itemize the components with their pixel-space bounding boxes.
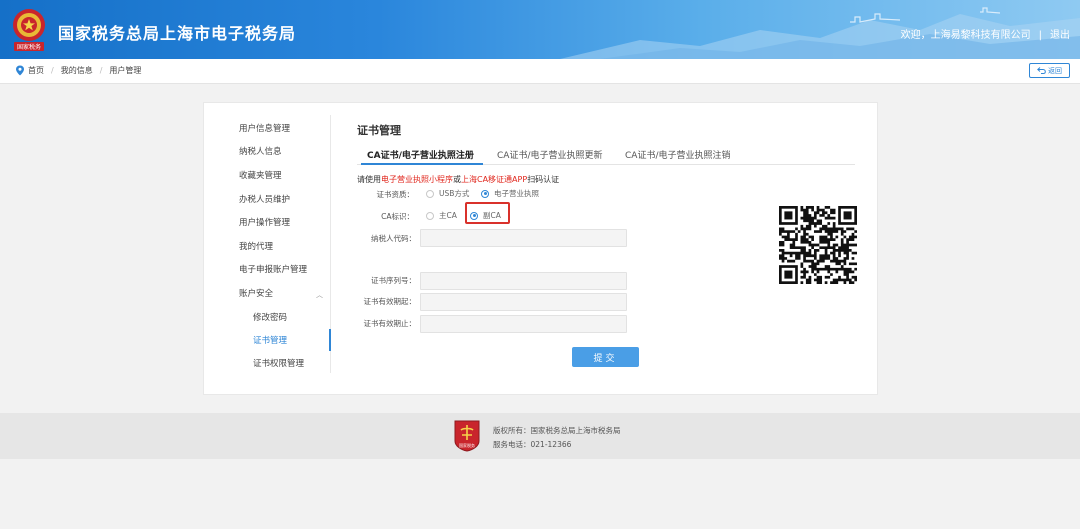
sidebar-menu: 用户信息管理 纳税人信息 收藏夹管理 办税人员维护 用户操作管理 我的代理 电子… xyxy=(204,103,332,396)
sidebar-item-e-declaration-account[interactable]: 电子申报账户管理 xyxy=(239,263,307,275)
tax-emblem-icon: 国家税务 xyxy=(13,9,45,51)
qr-code-image xyxy=(779,206,857,284)
scan-notice: 请使用电子营业执照小程序或上海CA移证通APP扫码认证 xyxy=(357,174,559,185)
content-card: 用户信息管理 纳税人信息 收藏夹管理 办税人员维护 用户操作管理 我的代理 电子… xyxy=(203,102,878,395)
tax-bureau-logo-icon: 国家税务 xyxy=(454,420,480,452)
taxpayer-code-input[interactable] xyxy=(420,229,627,247)
sidebar-item-favorites[interactable]: 收藏夹管理 xyxy=(239,169,282,181)
cert-source-label: 证书资质： xyxy=(376,190,415,199)
footer-copyright: 版权所有：国家税务总局上海市税务局 xyxy=(493,426,621,435)
company-name-link[interactable]: 上海易黎科技有限公司 xyxy=(931,30,1031,41)
sidebar-active-indicator xyxy=(329,329,331,351)
breadcrumb-divider: / xyxy=(99,66,103,75)
notice-link-mini-program: 电子营业执照小程序 xyxy=(381,175,453,184)
welcome-text: 欢迎， xyxy=(900,30,931,41)
sidebar-item-cert-permissions[interactable]: 证书权限管理 xyxy=(253,357,304,369)
sidebar-item-user-operations[interactable]: 用户操作管理 xyxy=(239,216,290,228)
cert-serial-label: 证书序列号： xyxy=(371,276,416,285)
radio-circle[interactable] xyxy=(481,189,489,198)
submit-button[interactable]: 提交 xyxy=(572,347,639,367)
radio-e-license[interactable]: 电子营业执照 xyxy=(481,188,539,199)
radio-main-ca[interactable]: 主CA xyxy=(426,210,457,221)
logout-link[interactable]: 退出 xyxy=(1050,30,1070,41)
radio-e-license-label: 电子营业执照 xyxy=(494,189,539,198)
header-user-area: 欢迎，上海易黎科技有限公司 | 退出 xyxy=(901,26,1070,41)
emblem-text: 国家税务 xyxy=(17,43,41,51)
taxpayer-code-label: 纳税人代码： xyxy=(371,234,416,243)
footer-phone: 服务电话：021-12366 xyxy=(493,440,572,449)
notice-middle: 或 xyxy=(453,175,461,184)
ca-type-label: CA标识： xyxy=(381,212,414,221)
back-button[interactable]: 返回 xyxy=(1029,63,1070,78)
selection-highlight-box xyxy=(465,202,510,224)
breadcrumb-bar: 首页 / 我的信息 / 用户管理 返回 xyxy=(0,59,1080,84)
sidebar-item-change-password[interactable]: 修改密码 xyxy=(253,311,287,323)
sidebar-item-taxpayer-info[interactable]: 纳税人信息 xyxy=(239,145,282,157)
footer-logo-text: 国家税务 xyxy=(459,442,475,448)
radio-usb[interactable]: USB方式 xyxy=(426,188,469,199)
site-title: 国家税务总局上海市电子税务局 xyxy=(58,24,297,43)
sidebar-item-account-security[interactable]: 账户安全 xyxy=(239,287,273,299)
breadcrumb-home[interactable]: 首页 xyxy=(28,65,44,76)
radio-circle[interactable] xyxy=(426,211,434,220)
radio-circle[interactable] xyxy=(426,189,434,198)
breadcrumb-user-management: 用户管理 xyxy=(109,66,142,75)
notice-link-app: 上海CA移证通APP xyxy=(461,175,528,184)
cert-valid-from-label: 证书有效期起： xyxy=(363,297,417,306)
footer-info: 版权所有：国家税务总局上海市税务局 服务电话：021-12366 xyxy=(493,424,621,452)
header-separator: | xyxy=(1038,30,1042,41)
breadcrumb-my-info[interactable]: 我的信息 xyxy=(61,65,93,76)
tab-bar: CA证书/电子营业执照注册 CA证书/电子营业执照更新 CA证书/电子营业执照注… xyxy=(357,143,855,165)
cert-serial-input[interactable] xyxy=(420,272,627,290)
panel-title: 证书管理 xyxy=(357,124,401,137)
active-tab-underline xyxy=(361,163,483,165)
cert-valid-to-label: 证书有效期止： xyxy=(363,319,417,328)
cert-valid-to-input[interactable] xyxy=(420,315,627,333)
sidebar-item-cert-management[interactable]: 证书管理 xyxy=(253,334,287,346)
tab-register[interactable]: CA证书/电子营业执照注册 xyxy=(367,148,474,161)
sidebar-item-user-info[interactable]: 用户信息管理 xyxy=(239,122,290,134)
breadcrumb-divider: / xyxy=(51,66,54,75)
cert-valid-from-input[interactable] xyxy=(420,293,627,311)
tab-update[interactable]: CA证书/电子营业执照更新 xyxy=(497,148,602,161)
app-header: 国家税务 国家税务总局上海市电子税务局 欢迎，上海易黎科技有限公司 | 退出 xyxy=(0,0,1080,59)
notice-prefix: 请使用 xyxy=(357,175,381,184)
sidebar-item-tax-staff[interactable]: 办税人员维护 xyxy=(239,193,290,205)
page-footer: 国家税务 版权所有：国家税务总局上海市税务局 服务电话：021-12366 xyxy=(0,413,1080,459)
notice-suffix: 扫码认证 xyxy=(527,175,560,184)
tab-cancel[interactable]: CA证书/电子营业执照注销 xyxy=(625,148,730,161)
sidebar-item-my-agent[interactable]: 我的代理 xyxy=(239,240,273,252)
return-arrow-icon xyxy=(1037,67,1046,74)
chevron-up-icon[interactable]: ︿ xyxy=(316,290,323,300)
location-pin-icon xyxy=(16,65,24,76)
radio-main-ca-label: 主CA xyxy=(439,211,457,220)
breadcrumb: 首页 / 我的信息 / 用户管理 xyxy=(15,65,141,76)
back-button-label: 返回 xyxy=(1048,66,1062,75)
radio-usb-label: USB方式 xyxy=(439,189,470,198)
